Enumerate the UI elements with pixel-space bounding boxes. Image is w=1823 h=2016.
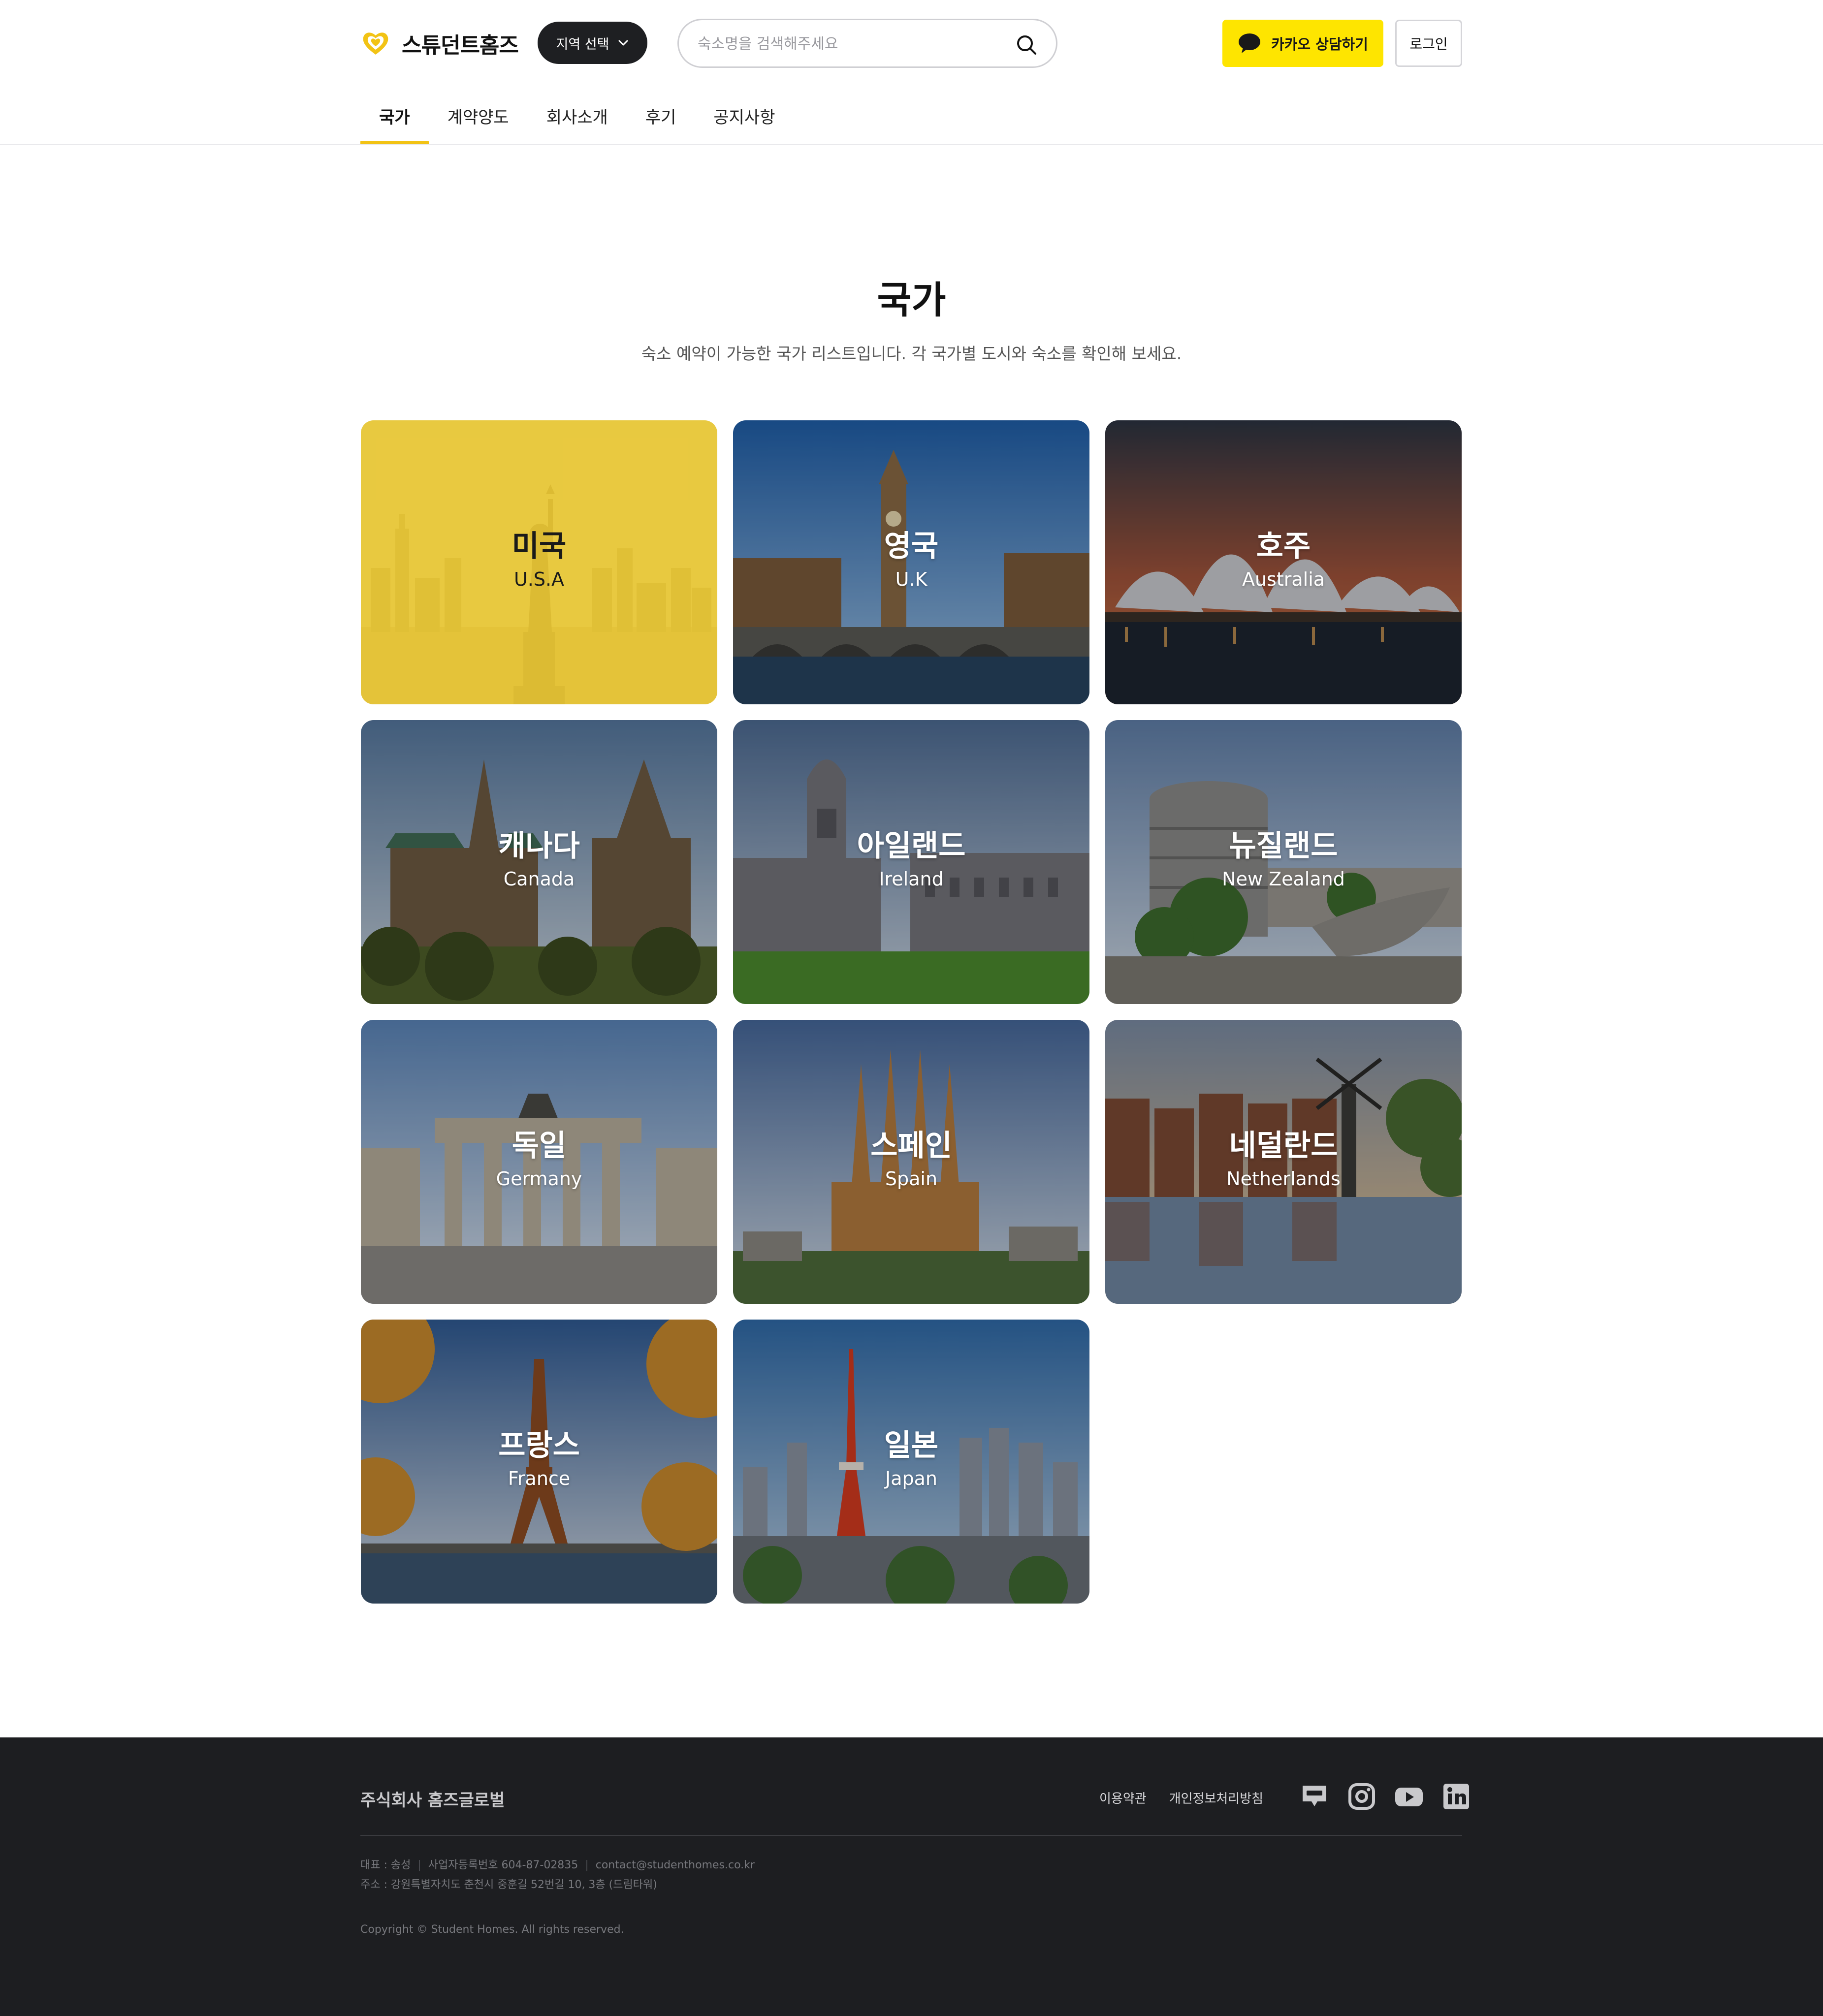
page-subtitle: 숙소 예약이 가능한 국가 리스트입니다. 각 국가별 도시와 숙소를 확인해 … bbox=[641, 344, 1182, 363]
country-name-ko: 스페인 bbox=[870, 1129, 952, 1163]
card-label: 프랑스 France bbox=[361, 1428, 717, 1491]
nav-label: 회사소개 bbox=[546, 107, 608, 127]
terms-link[interactable]: 이용약관 bbox=[1099, 1789, 1147, 1807]
blog-icon[interactable] bbox=[1300, 1782, 1329, 1811]
country-card-canada[interactable]: 캐나다 Canada bbox=[361, 720, 717, 1004]
logo[interactable]: 스튜던트홈즈 bbox=[360, 27, 519, 60]
card-label: 호주 Australia bbox=[1105, 529, 1462, 592]
country-name-en: Japan bbox=[885, 1468, 937, 1489]
nav-item-notices[interactable]: 공지사항 bbox=[695, 87, 794, 145]
country-name-ko: 네덜란드 bbox=[1229, 1129, 1338, 1163]
nav-label: 국가 bbox=[379, 107, 410, 127]
country-card-france[interactable]: 프랑스 France bbox=[361, 1320, 717, 1604]
address: 주소 : 강원특별자치도 춘천시 중훈길 52번길 10, 3층 (드림타워) bbox=[360, 1879, 657, 1891]
country-name-en: Canada bbox=[503, 868, 575, 890]
nav-item-countries[interactable]: 국가 bbox=[360, 87, 429, 145]
kakao-consult-label: 카카오 상담하기 bbox=[1271, 36, 1368, 53]
footer-divider bbox=[360, 1835, 1462, 1836]
country-name-en: New Zealand bbox=[1222, 868, 1345, 890]
country-card-new-zealand[interactable]: 뉴질랜드 New Zealand bbox=[1105, 720, 1462, 1004]
country-name-en: Germany bbox=[496, 1168, 582, 1190]
logo-text: 스튜던트홈즈 bbox=[402, 33, 519, 58]
card-label: 네덜란드 Netherlands bbox=[1105, 1128, 1462, 1191]
instagram-icon[interactable] bbox=[1347, 1782, 1376, 1811]
country-card-japan[interactable]: 일본 Japan bbox=[733, 1320, 1089, 1604]
card-label: 아일랜드 Ireland bbox=[733, 828, 1089, 891]
region-select-label: 지역 선택 bbox=[556, 36, 609, 52]
search-input[interactable] bbox=[697, 30, 1002, 58]
speech-bubble-icon bbox=[1239, 33, 1261, 53]
nav-label: 공지사항 bbox=[713, 107, 775, 127]
youtube-icon[interactable] bbox=[1394, 1782, 1424, 1811]
country-name-en: France bbox=[508, 1468, 571, 1489]
card-label: 일본 Japan bbox=[733, 1428, 1089, 1491]
login-button[interactable]: 로그인 bbox=[1395, 20, 1462, 67]
country-card-ireland[interactable]: 아일랜드 Ireland bbox=[733, 720, 1089, 1004]
country-card-uk[interactable]: 영국 U.K bbox=[733, 420, 1089, 704]
nav-divider bbox=[0, 144, 1823, 145]
country-card-netherlands[interactable]: 네덜란드 Netherlands bbox=[1105, 1020, 1462, 1304]
linkedin-icon[interactable] bbox=[1441, 1782, 1471, 1811]
country-grid: 미국 U.S.A 영국 U.K 호주 Australia 캐나다 Canada … bbox=[361, 420, 1462, 1604]
country-name-ko: 아일랜드 bbox=[857, 829, 966, 863]
footer-company-info: 대표 : 송성 | 사업자등록번호 604-87-02835 | contact@stu… bbox=[360, 1856, 755, 1895]
country-name-en: Ireland bbox=[879, 868, 944, 890]
nav-item-about[interactable]: 회사소개 bbox=[528, 87, 627, 145]
card-label: 캐나다 Canada bbox=[361, 828, 717, 891]
nav-item-reviews[interactable]: 후기 bbox=[627, 87, 695, 145]
country-name-en: U.K bbox=[895, 568, 927, 590]
main-nav: 국가 계약양도 회사소개 후기 공지사항 bbox=[360, 87, 794, 145]
ceo-info: 대표 : 송성 bbox=[360, 1859, 411, 1871]
card-label: 영국 U.K bbox=[733, 529, 1089, 592]
copyright: Copyright © Student Homes. All rights re… bbox=[360, 1923, 624, 1936]
country-name-ko: 일본 bbox=[884, 1428, 939, 1463]
top-bar: 스튜던트홈즈 지역 선택 카카오 상담하기 로그인 bbox=[0, 0, 1823, 87]
search-box bbox=[677, 19, 1057, 68]
country-name-ko: 뉴질랜드 bbox=[1229, 829, 1338, 863]
footer-company-name: 주식회사 홈즈글로벌 bbox=[360, 1791, 505, 1810]
card-label: 스페인 Spain bbox=[733, 1128, 1089, 1191]
chevron-down-icon bbox=[618, 40, 628, 46]
card-label: 독일 Germany bbox=[361, 1128, 717, 1191]
country-name-ko: 독일 bbox=[512, 1129, 567, 1163]
card-label: 미국 U.S.A bbox=[361, 529, 717, 592]
logo-heart-icon bbox=[363, 32, 388, 55]
nav-label: 후기 bbox=[645, 107, 676, 127]
footer-links: 이용약관 개인정보처리방침 bbox=[1099, 1789, 1263, 1807]
country-name-ko: 영국 bbox=[884, 529, 939, 564]
country-name-ko: 호주 bbox=[1256, 529, 1311, 564]
privacy-policy-link[interactable]: 개인정보처리방침 bbox=[1169, 1789, 1263, 1807]
country-name-ko: 캐나다 bbox=[498, 829, 580, 863]
contact-email[interactable]: contact@studenthomes.co.kr bbox=[596, 1859, 755, 1871]
country-name-en: Australia bbox=[1242, 568, 1325, 590]
card-label: 뉴질랜드 New Zealand bbox=[1105, 828, 1462, 891]
country-name-ko: 미국 bbox=[512, 529, 567, 564]
page-title: 국가 bbox=[877, 278, 946, 322]
region-select-button[interactable]: 지역 선택 bbox=[538, 22, 647, 64]
footer: 주식회사 홈즈글로벌 이용약관 개인정보처리방침 대표 : 송성 | 사업자등록번호… bbox=[0, 1737, 1823, 2016]
country-name-en: Spain bbox=[885, 1168, 938, 1190]
country-name-en: U.S.A bbox=[513, 568, 565, 590]
nav-item-contract-transfer[interactable]: 계약양도 bbox=[429, 87, 528, 145]
country-card-germany[interactable]: 독일 Germany bbox=[361, 1020, 717, 1304]
country-name-en: Netherlands bbox=[1226, 1168, 1341, 1190]
login-label: 로그인 bbox=[1409, 36, 1448, 52]
country-card-usa[interactable]: 미국 U.S.A bbox=[361, 420, 717, 704]
nav-label: 계약양도 bbox=[447, 107, 509, 127]
search-icon[interactable] bbox=[1015, 33, 1038, 57]
business-number: 사업자등록번호 604-87-02835 bbox=[428, 1859, 578, 1871]
country-card-australia[interactable]: 호주 Australia bbox=[1105, 420, 1462, 704]
country-name-ko: 프랑스 bbox=[498, 1428, 580, 1463]
country-card-spain[interactable]: 스페인 Spain bbox=[733, 1020, 1089, 1304]
kakao-consult-button[interactable]: 카카오 상담하기 bbox=[1222, 20, 1383, 67]
social-links bbox=[1300, 1782, 1471, 1811]
